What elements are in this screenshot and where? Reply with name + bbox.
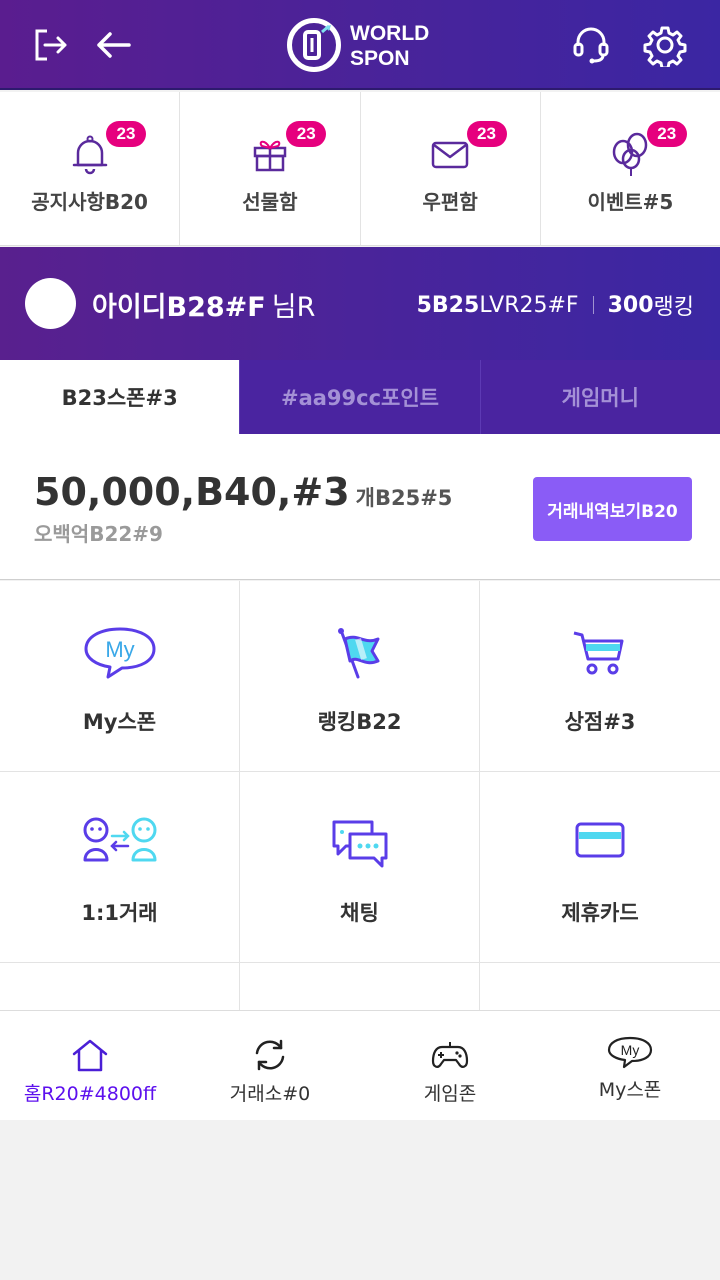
gear-icon — [643, 26, 687, 67]
notice-count-badge: 23 — [646, 121, 687, 147]
menu-my-spon[interactable]: My My스폰 — [0, 581, 240, 772]
menu-ranking[interactable]: 랭킹B22 — [240, 581, 480, 772]
bottom-navigation: 홈R20#4800ff 거래소#0 게임존 My My스폰 — [0, 1010, 720, 1120]
logo-text: WORLD SPON — [350, 21, 429, 71]
balance-amount: 50,000,B40,#3 — [34, 470, 350, 514]
gift-icon — [253, 140, 287, 172]
balance-korean-amount: 오백억B22#9 — [34, 522, 163, 546]
balloons-icon — [613, 132, 648, 176]
divider — [592, 296, 594, 314]
level-label: LVR25#F — [479, 292, 579, 318]
balance-amount-row: 50,000,B40,#3 개B25#5 — [34, 470, 452, 514]
avatar[interactable] — [25, 278, 76, 329]
back-button[interactable] — [88, 20, 138, 70]
notice-item-events[interactable]: 23 이벤트#5 — [541, 92, 720, 245]
chat-icon — [332, 820, 387, 868]
nav-exchange[interactable]: 거래소#0 — [180, 1011, 360, 1120]
notice-item-mailbox[interactable]: 23 우편함 — [361, 92, 541, 245]
notice-shortcuts: 23 공지사항B20 23 선물함 23 우편함 23 이벤트#5 — [0, 92, 720, 246]
notice-item-announcements[interactable]: 23 공지사항B20 — [0, 92, 181, 245]
logo-mark-icon — [287, 18, 341, 72]
notice-label: 선물함 — [242, 190, 298, 214]
nav-label: 게임존 — [423, 1083, 477, 1105]
customer-support-button[interactable] — [566, 20, 616, 70]
menu-label: 제휴카드 — [561, 901, 639, 925]
my-bubble-icon: My — [607, 1036, 653, 1069]
notice-item-gifts[interactable]: 23 선물함 — [180, 92, 361, 245]
trade-people-icon — [83, 817, 156, 862]
logout-icon — [35, 29, 67, 61]
notice-label: 공지사항B20 — [31, 190, 148, 214]
user-level-rank: 5B25 LVR25#F 300 랭킹 — [417, 289, 694, 321]
menu-label: My스폰 — [82, 710, 157, 734]
menu-partner-card[interactable]: 제휴카드 — [480, 772, 720, 963]
rank-value: 300 — [607, 292, 654, 318]
svg-text:My: My — [621, 1042, 640, 1058]
card-icon — [575, 822, 625, 858]
menu-label: 채팅 — [340, 901, 379, 925]
logo-line-1: WORLD — [350, 22, 430, 45]
app-header: WORLD SPON — [0, 0, 720, 90]
level-value: 5B25 — [416, 292, 480, 318]
notice-count-badge: 23 — [286, 121, 327, 147]
balance-panel: 50,000,B40,#3 개B25#5 오백억B22#9 거래내역보기B20 — [0, 434, 720, 580]
refresh-icon — [255, 1039, 285, 1071]
menu-chat[interactable]: 채팅 — [240, 772, 480, 963]
notice-count-badge: 23 — [106, 121, 146, 147]
tab-points[interactable]: #aa99cc포인트 — [239, 360, 479, 434]
balance-unit: 개B25#5 — [355, 486, 453, 510]
profile-bar: 아이디B28#F 님R 5B25 LVR25#F 300 랭킹 — [0, 247, 720, 360]
mail-icon — [431, 141, 469, 169]
currency-tabs: B23스폰#3 #aa99cc포인트 게임머니 — [0, 360, 720, 434]
notice-label: 이벤트#5 — [587, 190, 674, 214]
menu-one-to-one-trade[interactable]: 1:1거래 — [0, 772, 240, 963]
nav-home[interactable]: 홈R20#4800ff — [0, 1011, 180, 1120]
cart-icon — [573, 631, 624, 675]
transaction-history-button[interactable]: 거래내역보기B20 — [533, 477, 692, 541]
my-speech-bubble-icon: My — [84, 627, 155, 679]
menu-label: 상점#3 — [564, 710, 636, 734]
user-honorific: 님R — [271, 292, 316, 323]
back-arrow-icon — [97, 32, 131, 58]
main-menu-grid: My My스폰 랭킹B22 상점#3 1:1거래 채팅 제휴카드 — [0, 581, 720, 1019]
user-id: 아이디B28#F — [92, 292, 266, 323]
bell-icon — [72, 135, 107, 175]
tab-game-money[interactable]: 게임머니 — [479, 360, 720, 434]
menu-label: 1:1거래 — [81, 901, 158, 925]
home-icon — [72, 1039, 108, 1072]
gamepad-icon — [431, 1042, 469, 1068]
headset-icon — [573, 27, 609, 64]
world-spon-logo[interactable]: WORLD SPON — [287, 18, 437, 74]
notice-count-badge: 23 — [466, 121, 507, 147]
nav-label: 홈R20#4800ff — [23, 1083, 157, 1105]
tab-spon[interactable]: B23스폰#3 — [0, 360, 240, 434]
menu-label: 랭킹B22 — [317, 710, 402, 734]
nav-label: My스폰 — [598, 1079, 662, 1101]
svg-text:My: My — [105, 637, 134, 662]
settings-button[interactable] — [640, 20, 690, 70]
logo-line-2: SPON — [350, 47, 410, 70]
logout-button[interactable] — [24, 20, 74, 70]
nav-game-zone[interactable]: 게임존 — [360, 1011, 540, 1120]
nav-label: 거래소#0 — [229, 1083, 311, 1105]
rank-label: 랭킹 — [653, 295, 694, 320]
nav-my-spon[interactable]: My My스폰 — [540, 1011, 720, 1120]
notice-label: 우편함 — [422, 190, 478, 214]
flag-icon — [337, 628, 379, 679]
user-name: 아이디B28#F 님R — [92, 285, 315, 324]
menu-shop[interactable]: 상점#3 — [480, 581, 720, 772]
